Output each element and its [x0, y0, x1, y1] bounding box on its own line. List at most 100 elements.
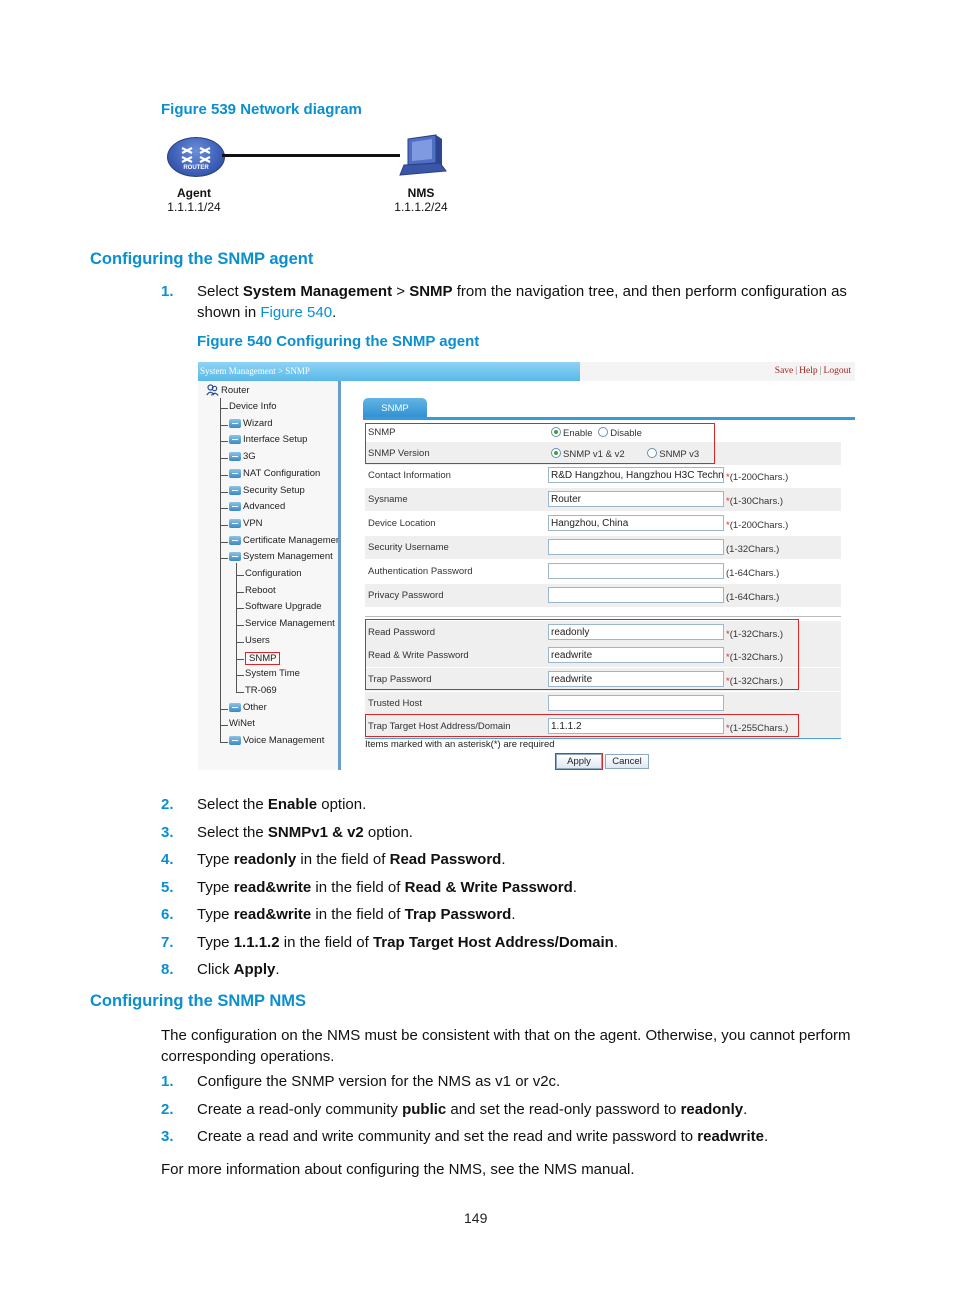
step-text: Create a read-only community public and … — [197, 1101, 747, 1118]
tree-item-label: Voice Management — [243, 735, 325, 746]
text-input[interactable]: Hangzhou, China — [548, 515, 724, 531]
step-text: Click Apply. — [197, 961, 280, 978]
tab-snmp[interactable]: SNMP — [363, 398, 427, 418]
tree-item-label: Interface Setup — [243, 434, 308, 446]
field-hint: (1-64Chars.) — [726, 568, 779, 579]
tree-item-winet[interactable]: WiNet — [229, 718, 255, 729]
row-label: Sysname — [368, 494, 408, 505]
tree-item-label: Software Upgrade — [245, 601, 322, 613]
tree-item-software-upgrade[interactable]: Software Upgrade — [245, 601, 322, 612]
step-number: 3. — [161, 823, 174, 841]
figure-540-link[interactable]: Figure 540 — [260, 304, 332, 321]
tree-connector — [220, 558, 228, 560]
step-1-line2-post: . — [332, 304, 337, 321]
step-fragment: Select the — [197, 796, 268, 813]
tree-connector — [220, 524, 228, 526]
tree-item-device-info[interactable]: Device Info — [229, 401, 277, 412]
tree-item-label: VPN — [243, 517, 263, 529]
step-fragment: and set the read-only password to — [446, 1100, 681, 1118]
folder-icon — [229, 552, 241, 562]
tree-item-users[interactable]: Users — [245, 635, 270, 646]
text-input[interactable]: Router — [548, 491, 724, 507]
tree-connector — [236, 691, 244, 693]
field-hint: *(1-200Chars.) — [726, 520, 788, 531]
folder-icon — [229, 518, 241, 528]
tree-item-interface-setup[interactable]: Interface Setup — [229, 434, 307, 445]
tree-item-label: Device Info — [229, 401, 277, 412]
cancel-button[interactable]: Cancel — [605, 754, 649, 769]
nms-ip: 1.1.1.2/24 — [394, 200, 448, 214]
tree-item-advanced[interactable]: Advanced — [229, 501, 285, 512]
step-number: 2. — [161, 1100, 174, 1118]
tree-item-wizard[interactable]: Wizard — [229, 418, 273, 429]
step-text: Create a read and write community and se… — [197, 1128, 768, 1145]
tree-item-other[interactable]: Other — [229, 702, 267, 713]
row-security-username: Security Username (1-32Chars.) — [365, 536, 841, 559]
agent-label: Agent 1.1.1.1/24 — [163, 186, 225, 214]
step-fragment: Type — [197, 878, 234, 896]
step-fragment: Configure the SNMP version for the NMS a… — [197, 1073, 561, 1090]
tree-item-configuration[interactable]: Configuration — [245, 568, 302, 579]
text-input[interactable] — [548, 563, 724, 579]
agent-ip: 1.1.1.1/24 — [167, 200, 221, 214]
step-text: Select the SNMPv1 & v2 option. — [197, 824, 413, 841]
tree-item-service-management[interactable]: Service Management — [245, 618, 335, 629]
tree-item-system-time[interactable]: System Time — [245, 668, 300, 679]
row-sysname: Sysname Router *(1-30Chars.) — [365, 488, 841, 511]
tree-connector — [236, 675, 244, 677]
tree-item-reboot[interactable]: Reboot — [245, 585, 276, 596]
figure-539-caption: Figure 539 Network diagram — [161, 101, 362, 118]
tree-trunk — [220, 398, 221, 742]
tree-item-label: System Time — [245, 668, 300, 680]
tree-connector — [220, 491, 228, 493]
step-1-post: from the navigation tree, and then perfo… — [452, 283, 847, 300]
row-label: Privacy Password — [368, 590, 444, 601]
tree-root-router[interactable]: Router — [206, 384, 250, 396]
content-panel: SNMP SNMP Enable Disable SNMP Version SN… — [341, 381, 855, 770]
tree-item-system-management[interactable]: System Management — [229, 551, 333, 562]
tree-item-voice-management[interactable]: Voice Management — [229, 735, 324, 746]
tree-item-tr-069[interactable]: TR-069 — [245, 685, 277, 696]
tree-item-3g[interactable]: 3G — [229, 451, 256, 462]
tree-connector — [236, 641, 244, 643]
router-icon-label: ROUTER — [183, 165, 209, 171]
tree-item-snmp[interactable]: SNMP — [245, 651, 281, 665]
step-fragment: . — [572, 878, 577, 896]
apply-button[interactable]: Apply — [555, 753, 603, 770]
text-input[interactable] — [548, 587, 724, 603]
section-divider — [365, 616, 841, 617]
step-number: 4. — [161, 851, 174, 868]
hint-text: (1-200Chars.) — [729, 520, 789, 531]
text-input[interactable] — [548, 539, 724, 555]
tree-item-label: Configuration — [245, 568, 302, 579]
step-fragment: Type — [197, 906, 234, 923]
logout-link[interactable]: Logout — [824, 366, 851, 376]
tree-connector — [220, 541, 228, 543]
tree-item-security-setup[interactable]: Security Setup — [229, 485, 305, 496]
folder-icon — [229, 468, 241, 478]
help-link[interactable]: Help — [799, 366, 817, 376]
row-privacy-password: Privacy Password (1-64Chars.) — [365, 584, 841, 607]
snmp-config-screenshot: System Management > SNMP Save | Help | Logou… — [198, 362, 855, 770]
text-input[interactable] — [548, 695, 724, 711]
step-1-pre: Select — [197, 283, 243, 300]
save-link[interactable]: Save — [775, 366, 793, 376]
tree-connector — [236, 658, 244, 660]
step-fragment: Type — [197, 933, 234, 951]
required-note: Items marked with an asterisk(*) are req… — [365, 739, 555, 750]
tree-item-nat-configuration[interactable]: NAT Configuration — [229, 468, 320, 479]
tree-item-vpn[interactable]: VPN — [229, 518, 263, 529]
step-bold-term: Trap Password — [404, 906, 512, 923]
breadcrumb: System Management > SNMP — [200, 366, 310, 376]
step-bold-term: Read & Write Password — [404, 878, 573, 896]
text-input[interactable]: R&D Hangzhou, Hangzhou H3C Techn — [548, 467, 724, 483]
step-fragment: . — [743, 1100, 748, 1118]
folder-icon — [229, 435, 241, 445]
step-fragment: Create a read and write community and se… — [197, 1128, 698, 1145]
row-label: Trusted Host — [368, 698, 423, 709]
tree-item-label: 3G — [243, 451, 256, 463]
tree-root-label: Router — [221, 384, 250, 396]
tree-item-certificate-managemer[interactable]: Certificate Managemer — [229, 535, 339, 546]
tree-item-label: Service Management — [245, 618, 335, 630]
top-links: Save | Help | Logout — [774, 366, 851, 376]
